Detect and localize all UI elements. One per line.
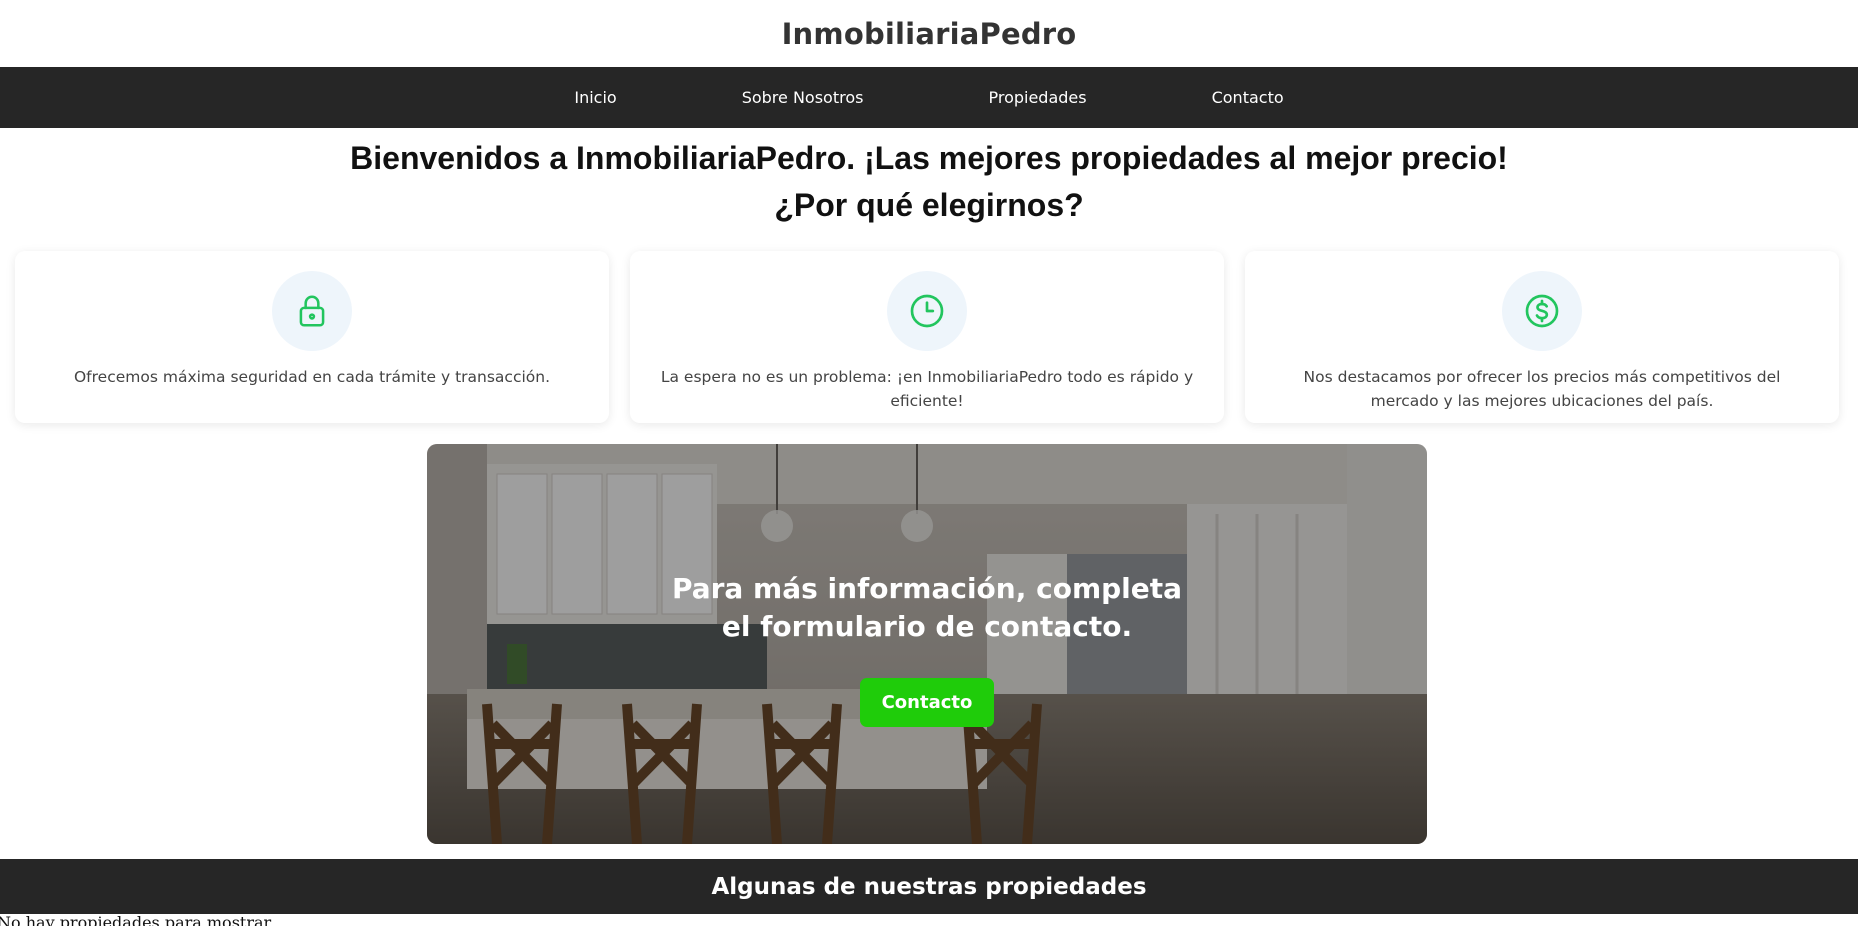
nav-item-inicio[interactable]: Inicio (574, 88, 616, 107)
clock-icon (887, 271, 967, 351)
main-nav: Inicio Sobre Nosotros Propiedades Contac… (0, 67, 1858, 128)
site-header: InmobiliariaPedro (0, 0, 1858, 67)
properties-title: Algunas de nuestras propiedades (711, 873, 1147, 900)
lock-icon (272, 271, 352, 351)
feature-card-security: Ofrecemos máxima seguridad en cada trámi… (15, 251, 609, 423)
feature-text-speed: La espera no es un problema: ¡en Inmobil… (660, 368, 1194, 410)
welcome-heading: Bienvenidos a InmobiliariaPedro. ¡Las me… (350, 140, 1508, 176)
contact-cta-banner: Para más información, completa el formul… (427, 444, 1427, 844)
feature-card-price: Nos destacamos por ofrecer los precios m… (1245, 251, 1839, 423)
features-section: Ofrecemos máxima seguridad en cada trámi… (15, 251, 1839, 423)
feature-text-price: Nos destacamos por ofrecer los precios m… (1303, 368, 1781, 410)
no-properties-message: No hay propiedades para mostrar (0, 913, 272, 926)
brand-logo-text[interactable]: InmobiliariaPedro (782, 17, 1077, 51)
nav-item-sobre-nosotros[interactable]: Sobre Nosotros (742, 88, 864, 107)
nav-item-contacto[interactable]: Contacto (1212, 88, 1284, 107)
cta-title: Para más información, completa el formul… (671, 572, 1183, 643)
feature-card-speed: La espera no es un problema: ¡en Inmobil… (630, 251, 1224, 423)
cta-content: Para más información, completa el formul… (427, 444, 1427, 844)
nav-item-propiedades[interactable]: Propiedades (988, 88, 1086, 107)
feature-text-security: Ofrecemos máxima seguridad en cada trámi… (73, 368, 551, 386)
contact-button[interactable]: Contacto (859, 678, 995, 727)
properties-section-header: Algunas de nuestras propiedades (0, 859, 1858, 914)
why-choose-us-heading: ¿Por qué elegirnos? (774, 187, 1084, 223)
dollar-icon (1502, 271, 1582, 351)
